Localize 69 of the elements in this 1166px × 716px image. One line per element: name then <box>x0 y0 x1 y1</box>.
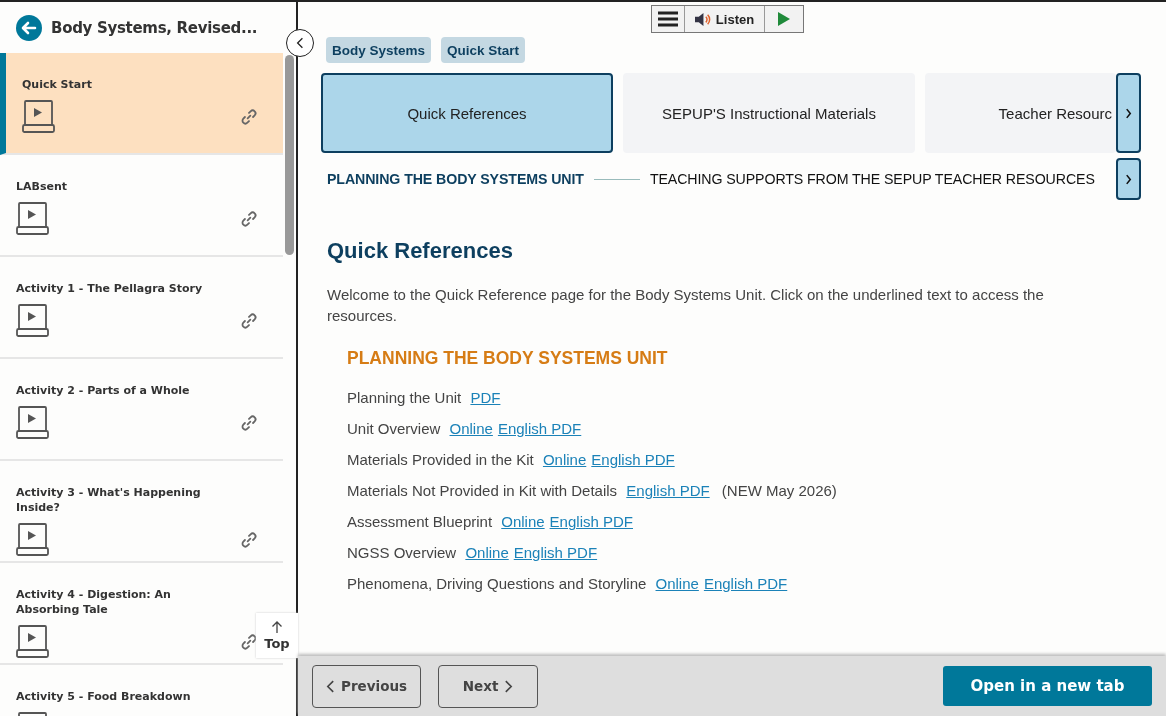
chevron-right-icon <box>1125 107 1132 119</box>
tab[interactable]: Teacher Resourc <box>925 73 1116 153</box>
up-arrow-icon <box>271 620 283 634</box>
resource-link[interactable]: Online <box>542 451 587 468</box>
link-icon[interactable] <box>240 107 258 126</box>
tab[interactable]: SEPUP'S Instructional Materials <box>623 73 915 153</box>
tab[interactable]: Quick References <box>321 73 613 153</box>
listen-button[interactable]: Listen <box>684 6 765 32</box>
section-link[interactable]: TEACHING SUPPORTS FROM THE SEPUP TEACHER RESOURCES <box>649 171 1095 187</box>
lesson-item[interactable]: Activity 5 - Food Breakdown <box>0 665 283 716</box>
link-icon[interactable] <box>240 413 258 432</box>
video-icon <box>16 406 49 439</box>
resource-label: NGSS Overview <box>347 544 457 561</box>
breadcrumb[interactable]: Body Systems <box>326 37 432 63</box>
lesson-item[interactable]: Activity 2 - Parts of a Whole <box>0 359 283 461</box>
resource-label: Phenomena, Driving Questions and Storyline <box>347 575 647 592</box>
lesson-item[interactable]: LABsent <box>0 155 283 257</box>
chevron-left-icon <box>296 37 304 49</box>
resource-label: Materials Not Provided in Kit with Details <box>347 482 618 499</box>
intro-text: Welcome to the Quick Reference page for the Body Systems Unit. Click on the underlined text to access the resources. <box>327 285 1045 326</box>
resource-label: Materials Provided in the Kit <box>347 451 534 468</box>
menu-icon <box>657 11 678 27</box>
scrollbar[interactable] <box>285 55 294 255</box>
back-to-top-button[interactable]: Top <box>256 613 298 658</box>
link-icon[interactable] <box>240 311 258 330</box>
video-icon <box>16 304 49 337</box>
play-button[interactable] <box>764 6 803 32</box>
resource-link[interactable]: English PDF <box>497 420 582 437</box>
video-icon <box>22 100 55 133</box>
resource-link[interactable]: Online <box>655 575 699 592</box>
section-link[interactable]: PLANNING THE BODY SYSTEMS UNIT <box>327 171 584 187</box>
collapse-button[interactable] <box>286 29 314 57</box>
resource-link[interactable]: English PDF <box>591 451 675 468</box>
resource-link[interactable]: English PDF <box>513 544 598 561</box>
unit-title: Body Systems, Revised... <box>51 18 258 37</box>
resource-link[interactable]: English PDF <box>549 513 633 530</box>
lesson-item[interactable]: Activity 1 - The Pellagra Story <box>0 257 283 359</box>
video-icon <box>16 202 49 235</box>
previous-button[interactable]: Previous <box>312 664 422 708</box>
section-heading: PLANNING THE BODY SYSTEMS UNIT <box>347 348 669 369</box>
breadcrumb[interactable]: Quick Start <box>441 37 526 63</box>
resource-link[interactable]: English PDF <box>626 482 710 499</box>
chevron-right-icon <box>1125 173 1132 185</box>
chevron-left-icon <box>326 679 335 693</box>
resource-label: Planning the Unit <box>347 389 462 406</box>
speaker-icon <box>693 11 711 27</box>
resource-link[interactable]: Online <box>501 513 545 530</box>
video-icon <box>16 523 49 556</box>
lesson-item[interactable]: Quick Start <box>0 53 283 155</box>
chevron-right-icon <box>504 679 514 693</box>
link-icon[interactable] <box>240 209 258 228</box>
next-sections-button[interactable] <box>1116 158 1141 200</box>
resource-note: (NEW May 2026) <box>721 482 837 499</box>
page-heading: Quick References <box>327 238 514 264</box>
link-icon[interactable] <box>240 530 258 549</box>
next-tabs-button[interactable] <box>1116 73 1141 153</box>
menu-button[interactable] <box>651 6 685 32</box>
lesson-item[interactable]: Activity 3 - What's Happening Inside? <box>0 461 283 563</box>
play-icon <box>777 12 790 26</box>
resource-link[interactable]: Online <box>465 544 509 561</box>
next-button[interactable]: Next <box>438 664 539 708</box>
resource-link[interactable]: PDF <box>470 389 501 406</box>
open-in-new-tab-button[interactable]: Open in a new tab <box>943 666 1152 706</box>
video-icon <box>16 625 49 658</box>
resource-label: Assessment Blueprint <box>347 513 493 530</box>
resource-link[interactable]: English PDF <box>703 575 788 592</box>
link-icon[interactable] <box>240 632 258 651</box>
resource-link[interactable]: Online <box>449 420 493 437</box>
resource-label: Unit Overview <box>347 420 441 437</box>
